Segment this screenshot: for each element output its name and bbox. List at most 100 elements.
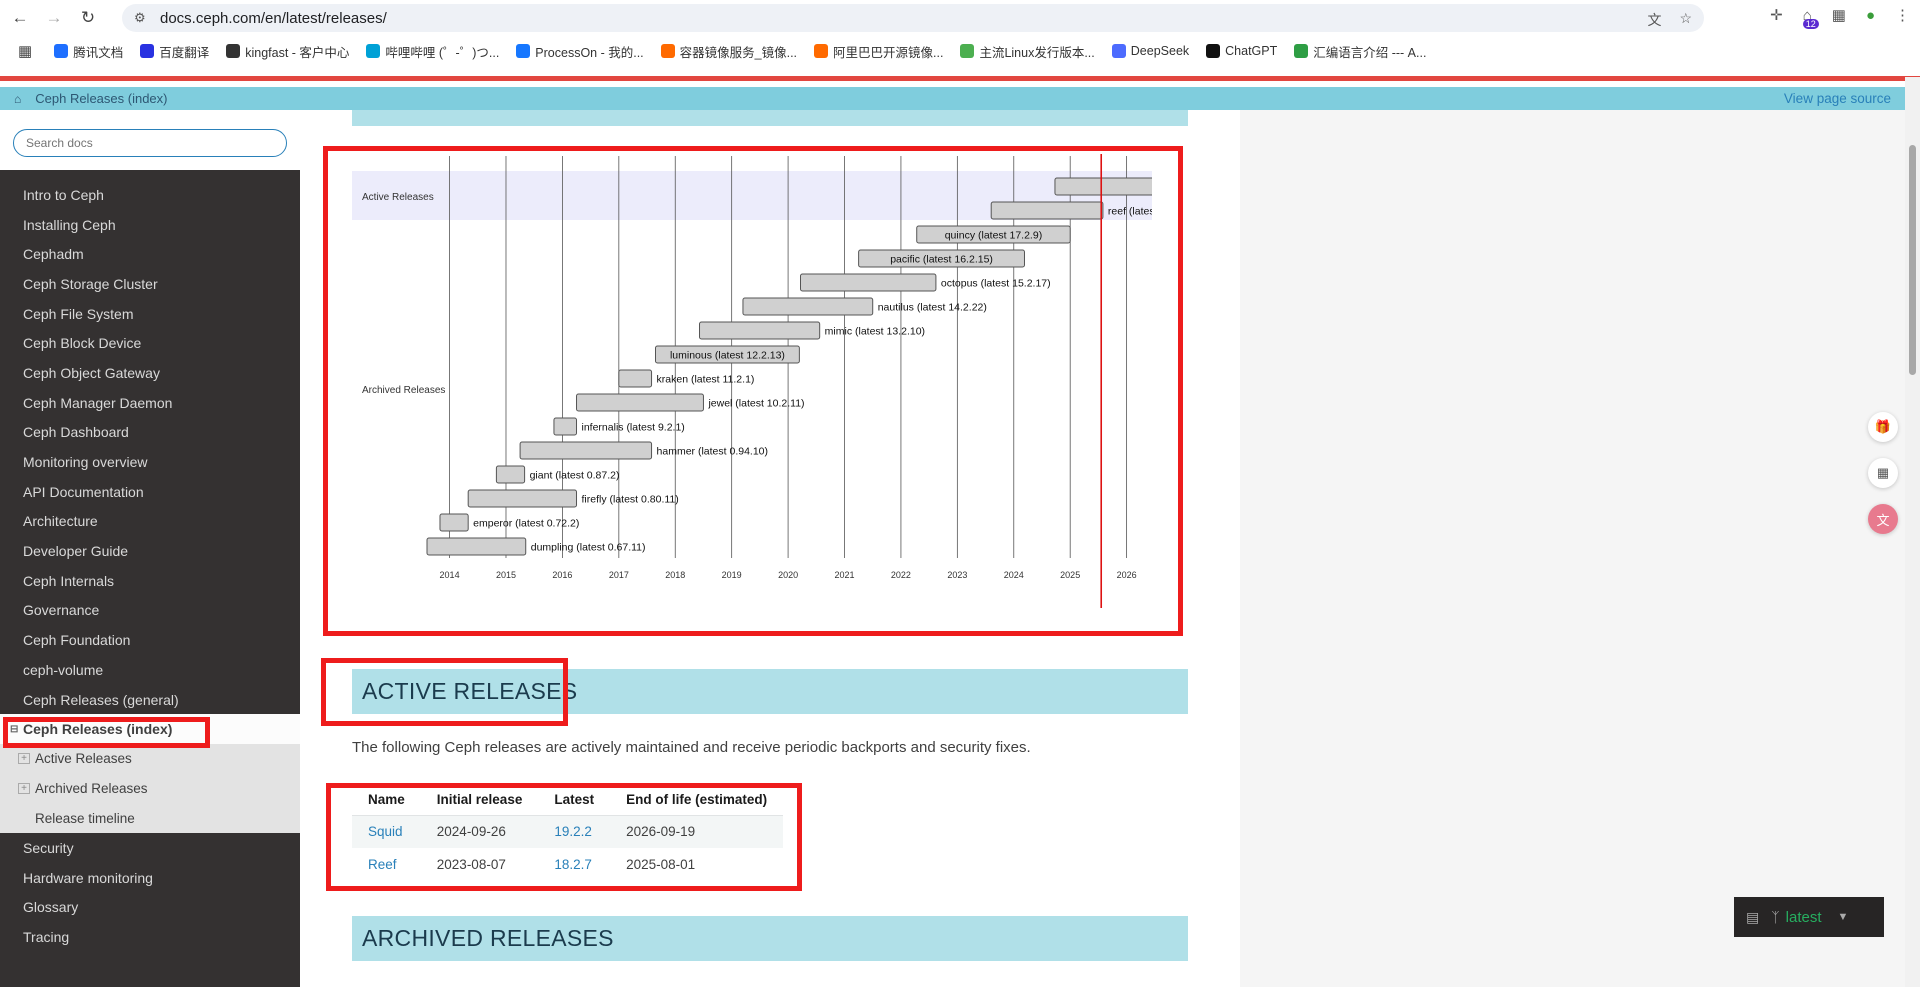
sidebar-subitem-label: Active Releases (35, 751, 132, 767)
bookmark-label: 百度翻译 (159, 45, 210, 60)
apps-grid-icon[interactable]: ▦ (18, 42, 32, 60)
sidebar-item-label: Glossary (23, 899, 79, 916)
bookmark-label: 容器镜像服务_镜像... (679, 45, 798, 60)
sidebar-item[interactable]: Ceph Manager Daemon (0, 388, 300, 418)
sidebar-item[interactable]: Security (0, 833, 300, 863)
profile-avatar-icon[interactable]: ● (1866, 7, 1875, 24)
sidebar-item-label: Ceph Manager Daemon (23, 394, 173, 411)
bookmark-item[interactable]: DeepSeek (1111, 42, 1190, 61)
sidebar-subitem[interactable]: + Active Releases (0, 744, 300, 774)
breadcrumb-current: Ceph Releases (index) (35, 91, 168, 106)
bookmark-label: ChatGPT (1225, 44, 1278, 58)
extension-badge-icon[interactable]: ⌂ 12 (1803, 7, 1819, 29)
bookmark-label: 汇编语言介绍 --- A... (1313, 45, 1427, 60)
sidebar-item[interactable]: Ceph Foundation (0, 625, 300, 655)
home-icon[interactable]: ⌂ (14, 92, 21, 106)
back-icon[interactable]: ← (6, 4, 34, 32)
sidebar-subitem-label: Archived Releases (35, 781, 148, 797)
expand-icon[interactable]: + (18, 783, 30, 795)
sidebar-item[interactable]: Architecture (0, 507, 300, 537)
address-bar[interactable]: ⚙ docs.ceph.com/en/latest/releases/ 文 ☆ (122, 4, 1704, 32)
annotation-box-chart (323, 146, 1183, 636)
branch-icon: ᛉ (1771, 909, 1780, 925)
sidebar: Intro to Ceph Installing Ceph Cephadm Ceph … (0, 110, 300, 987)
bookmark-item[interactable]: 百度翻译 (140, 42, 209, 61)
sidebar-item[interactable]: Cephadm (0, 239, 300, 269)
sidebar-item-label: ceph-volume (23, 661, 104, 678)
expand-icon[interactable]: + (18, 753, 30, 765)
sidebar-item-label: Monitoring overview (23, 454, 148, 471)
sidebar-item-label: Ceph Dashboard (23, 424, 129, 441)
sidebar-item[interactable]: ceph-volume (0, 655, 300, 685)
sidebar-item-label: Ceph Releases (general) (23, 691, 179, 708)
bookmarks-bar: ▦ 腾讯文档 百度翻译 kingfast - 客户中心 哔哩哔哩 (゜-゜)つ... P… (0, 36, 1920, 66)
sidebar-item[interactable]: Monitoring overview (0, 447, 300, 477)
bookmark-item[interactable]: 容器镜像服务_镜像... (660, 42, 798, 61)
sidebar-item[interactable]: Governance (0, 596, 300, 626)
sidebar-item[interactable]: Ceph Block Device (0, 328, 300, 358)
sidebar-search-area (0, 110, 300, 170)
bookmark-item[interactable]: 主流Linux发行版本... (960, 42, 1095, 61)
grid-tools-icon[interactable]: ▦ (1868, 458, 1898, 488)
bookmark-favicon-icon (814, 44, 829, 58)
sidebar-item-label: Ceph Object Gateway (23, 364, 160, 381)
sidebar-item[interactable]: Tracing (0, 922, 300, 952)
sidebar-item[interactable]: API Documentation (0, 477, 300, 507)
reload-icon[interactable]: ↻ (74, 4, 102, 32)
chevron-down-icon: ▼ (1837, 911, 1849, 923)
extension-icon[interactable]: ✛ (1770, 6, 1783, 24)
sidebar-item[interactable]: Installing Ceph (0, 210, 300, 240)
sidebar-item[interactable]: Ceph Releases (general) (0, 685, 300, 715)
forward-icon[interactable]: → (40, 4, 68, 32)
url-text[interactable]: docs.ceph.com/en/latest/releases/ (160, 10, 387, 27)
bookmark-item[interactable]: 腾讯文档 (54, 42, 123, 61)
translate-icon[interactable]: 文 (1647, 10, 1661, 30)
scrollbar[interactable] (1905, 77, 1920, 987)
sidebar-item[interactable]: Ceph Dashboard (0, 418, 300, 448)
sidebar-item-label: Hardware monitoring (23, 869, 153, 886)
sidebar-item[interactable]: Intro to Ceph (0, 180, 300, 210)
bookmark-favicon-icon (366, 44, 381, 58)
sidebar-item[interactable]: Hardware monitoring (0, 863, 300, 893)
menu-kebab-icon[interactable]: ⋮ (1895, 6, 1910, 24)
sidebar-subitem-label: Release timeline (35, 810, 135, 826)
bookmark-item[interactable]: 哔哩哔哩 (゜-゜)つ... (366, 42, 499, 61)
bookmark-favicon-icon (1111, 44, 1126, 58)
scrollbar-thumb[interactable] (1909, 145, 1916, 375)
bookmark-star-icon[interactable]: ☆ (1679, 10, 1692, 30)
previous-heading-band (352, 110, 1188, 126)
bookmark-item[interactable]: ChatGPT (1206, 42, 1277, 61)
version-switcher[interactable]: ▤ ᛉ latest ▼ (1734, 897, 1884, 937)
sidebar-subitem[interactable]: + Archived Releases (0, 773, 300, 804)
sidebar-item-label: Intro to Ceph (23, 186, 104, 203)
bookmark-item[interactable]: 阿里巴巴开源镜像... (814, 42, 943, 61)
bookmark-item[interactable]: 汇编语言介绍 --- A... (1294, 42, 1426, 61)
gift-icon[interactable]: 🎁 (1868, 412, 1898, 442)
sidebar-item[interactable]: Glossary (0, 893, 300, 923)
sidebar-item-label: Ceph File System (23, 305, 134, 322)
bookmark-favicon-icon (660, 44, 675, 58)
sidebar-item[interactable]: Developer Guide (0, 536, 300, 566)
annotation-box-table (326, 783, 802, 891)
bookmark-item[interactable]: ProcessOn - 我的... (516, 42, 644, 61)
extensions-puzzle-icon[interactable]: ▦ (1832, 6, 1846, 24)
annotation-box-heading (321, 658, 568, 726)
breadcrumb: ⌂ Ceph Releases (index) View page source (0, 87, 1905, 110)
sidebar-item[interactable]: Ceph File System (0, 299, 300, 329)
sidebar-item-label: Ceph Foundation (23, 632, 131, 649)
sidebar-item[interactable]: Ceph Storage Cluster (0, 269, 300, 299)
view-page-source-link[interactable]: View page source (1784, 91, 1891, 106)
site-info-icon[interactable]: ⚙ (134, 10, 150, 26)
version-label: latest (1785, 908, 1822, 926)
search-input[interactable] (13, 129, 287, 157)
sidebar-subitem[interactable]: Release timeline (0, 803, 300, 834)
sidebar-item-label: Ceph Internals (23, 572, 115, 589)
sidebar-item-label: Cephadm (23, 246, 84, 263)
bookmark-item[interactable]: kingfast - 客户中心 (226, 42, 349, 61)
bookmark-label: DeepSeek (1130, 44, 1190, 58)
translate-float-icon[interactable]: 文 (1868, 504, 1898, 534)
bookmark-favicon-icon (1294, 44, 1309, 58)
bookmark-favicon-icon (140, 44, 155, 58)
sidebar-item[interactable]: Ceph Internals (0, 566, 300, 596)
sidebar-item[interactable]: Ceph Object Gateway (0, 358, 300, 388)
